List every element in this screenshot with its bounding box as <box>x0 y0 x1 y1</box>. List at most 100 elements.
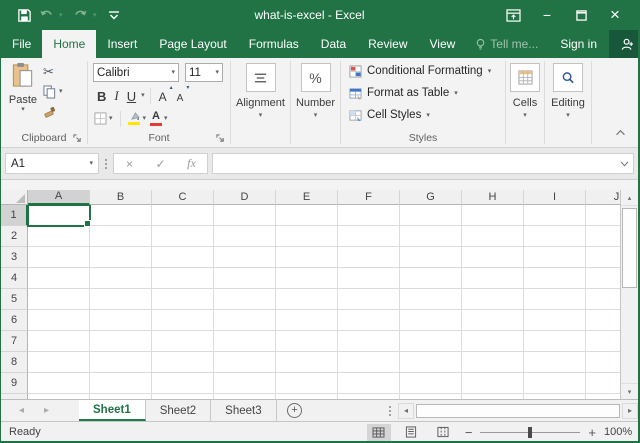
cell-E10[interactable] <box>276 394 338 399</box>
row-header-7[interactable]: 7 <box>1 331 28 352</box>
cell-H10[interactable] <box>462 394 524 399</box>
undo-icon[interactable] <box>37 6 55 24</box>
ribbon-display-options-icon[interactable] <box>496 2 530 28</box>
cell-H1[interactable] <box>462 205 524 226</box>
cell-A6[interactable] <box>28 310 90 331</box>
cell-C2[interactable] <box>152 226 214 247</box>
column-header-B[interactable]: B <box>90 190 152 205</box>
insert-function-button[interactable]: fx <box>176 156 207 171</box>
row-header-6[interactable]: 6 <box>1 310 28 331</box>
alignment-dropdown-icon[interactable]: ▾ <box>231 112 290 119</box>
cell-H9[interactable] <box>462 373 524 394</box>
number-dropdown-icon[interactable]: ▾ <box>291 112 340 119</box>
cell-H3[interactable] <box>462 247 524 268</box>
cell-J2[interactable] <box>586 226 620 247</box>
font-dialog-launcher-icon[interactable] <box>216 134 226 144</box>
cell-H6[interactable] <box>462 310 524 331</box>
font-name-select[interactable]: Calibri ▾ <box>93 63 179 82</box>
undo-dropdown-icon[interactable]: ▾ <box>59 11 67 19</box>
next-sheet-icon[interactable]: ▸ <box>44 405 49 416</box>
cell-styles-button[interactable]: Cell Styles ▾ <box>349 106 491 124</box>
cell-F2[interactable] <box>338 226 400 247</box>
tab-view[interactable]: View <box>419 30 467 58</box>
cancel-button[interactable]: × <box>114 157 145 171</box>
cell-D10[interactable] <box>214 394 276 399</box>
cell-G8[interactable] <box>400 352 462 373</box>
cell-I10[interactable] <box>524 394 586 399</box>
paste-button[interactable]: Paste ▾ <box>7 62 39 113</box>
cell-E8[interactable] <box>276 352 338 373</box>
share-button[interactable]: Share <box>609 30 640 58</box>
cell-J3[interactable] <box>586 247 620 268</box>
column-header-E[interactable]: E <box>276 190 338 205</box>
cell-D3[interactable] <box>214 247 276 268</box>
sheet-tab-sheet2[interactable]: Sheet2 <box>146 400 211 421</box>
cell-J5[interactable] <box>586 289 620 310</box>
cell-E7[interactable] <box>276 331 338 352</box>
cell-C9[interactable] <box>152 373 214 394</box>
cells-button[interactable] <box>510 63 540 92</box>
column-header-G[interactable]: G <box>400 190 462 205</box>
row-header-10[interactable]: 10 <box>1 394 28 399</box>
font-size-select[interactable]: 11 ▾ <box>185 63 223 82</box>
horizontal-scroll-thumb[interactable] <box>416 404 620 418</box>
cell-C7[interactable] <box>152 331 214 352</box>
sheet-tab-sheet3[interactable]: Sheet3 <box>211 400 276 421</box>
scroll-right-icon[interactable]: ▸ <box>622 403 638 419</box>
cell-G4[interactable] <box>400 268 462 289</box>
tab-data[interactable]: Data <box>310 30 357 58</box>
zoom-in-button[interactable]: + <box>588 426 596 439</box>
cell-G10[interactable] <box>400 394 462 399</box>
italic-button[interactable]: I <box>111 87 121 105</box>
paste-dropdown-icon[interactable]: ▾ <box>7 106 39 113</box>
zoom-level[interactable]: 100% <box>604 426 638 438</box>
tab-file[interactable]: File <box>1 30 42 58</box>
bold-button[interactable]: B <box>94 87 109 105</box>
clipboard-dialog-launcher-icon[interactable] <box>73 134 83 144</box>
tell-me-box[interactable]: Tell me... <box>466 30 548 58</box>
cell-G6[interactable] <box>400 310 462 331</box>
cell-C5[interactable] <box>152 289 214 310</box>
tab-bar-resize-handle[interactable] <box>382 400 398 421</box>
scroll-left-icon[interactable]: ◂ <box>398 403 414 419</box>
new-sheet-button[interactable]: + <box>277 400 313 421</box>
scroll-down-icon[interactable]: ▾ <box>621 383 638 399</box>
cell-F5[interactable] <box>338 289 400 310</box>
cell-E4[interactable] <box>276 268 338 289</box>
group-number[interactable]: % Number ▾ <box>291 58 340 147</box>
group-editing[interactable]: Editing ▾ <box>545 58 591 147</box>
cell-C8[interactable] <box>152 352 214 373</box>
cell-A3[interactable] <box>28 247 90 268</box>
cell-B9[interactable] <box>90 373 152 394</box>
cell-B10[interactable] <box>90 394 152 399</box>
zoom-slider-thumb[interactable] <box>528 427 532 438</box>
group-alignment[interactable]: Alignment ▾ <box>231 58 290 147</box>
enter-button[interactable]: ✓ <box>145 157 176 171</box>
cell-E5[interactable] <box>276 289 338 310</box>
cell-E3[interactable] <box>276 247 338 268</box>
scroll-up-icon[interactable]: ▴ <box>621 190 638 206</box>
cell-D8[interactable] <box>214 352 276 373</box>
save-icon[interactable] <box>15 6 33 24</box>
number-button[interactable]: % <box>301 63 331 92</box>
cell-J6[interactable] <box>586 310 620 331</box>
copy-dropdown-icon[interactable]: ▾ <box>59 88 63 95</box>
sheet-tab-sheet1[interactable]: Sheet1 <box>79 400 146 421</box>
row-header-1[interactable]: 1 <box>1 205 28 226</box>
column-header-C[interactable]: C <box>152 190 214 205</box>
vertical-scrollbar[interactable]: ▴ ▾ <box>620 190 638 399</box>
horizontal-scrollbar[interactable]: ◂ ▸ <box>398 400 638 421</box>
sign-in-button[interactable]: Sign in <box>548 30 609 58</box>
formula-bar-handle[interactable] <box>99 159 113 169</box>
cell-D4[interactable] <box>214 268 276 289</box>
editing-dropdown-icon[interactable]: ▾ <box>545 112 591 119</box>
cell-I9[interactable] <box>524 373 586 394</box>
cell-F8[interactable] <box>338 352 400 373</box>
cell-I5[interactable] <box>524 289 586 310</box>
tab-formulas[interactable]: Formulas <box>238 30 310 58</box>
cell-D7[interactable] <box>214 331 276 352</box>
cell-A9[interactable] <box>28 373 90 394</box>
close-button[interactable]: × <box>598 2 632 28</box>
decrease-font-size-button[interactable]: A▾ <box>174 87 189 105</box>
name-box-dropdown-icon[interactable]: ▾ <box>89 160 93 167</box>
